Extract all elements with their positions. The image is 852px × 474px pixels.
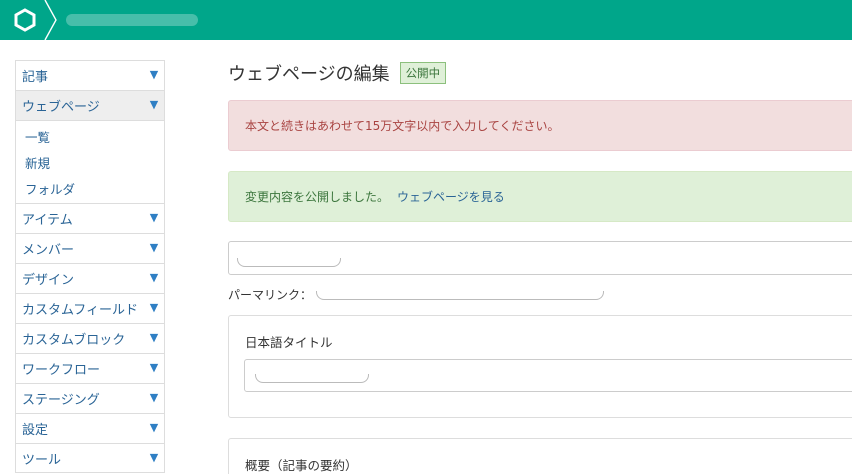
- caret-down-icon[interactable]: ▼: [148, 242, 160, 254]
- sidebar-submenu-webpage: 一覧 新規 フォルダ: [15, 120, 165, 203]
- main-content: ウェブページの編集 公開中 本文と続きはあわせて15万文字以内で入力してください…: [228, 0, 852, 474]
- success-alert-text: 変更内容を公開しました。: [245, 190, 390, 204]
- japanese-title-panel: 日本語タイトル: [228, 315, 852, 418]
- caret-down-icon[interactable]: ▼: [148, 392, 160, 404]
- redacted-title: [237, 258, 341, 267]
- sidebar-item-custom-field[interactable]: カスタムフィールド ▼: [15, 293, 165, 323]
- japanese-title-label: 日本語タイトル: [245, 335, 333, 350]
- sidebar-item-label: ワークフロー: [22, 363, 101, 378]
- sidebar-item-label: カスタムフィールド: [22, 303, 138, 318]
- sidebar-item-members[interactable]: メンバー ▼: [15, 233, 165, 263]
- sidebar-item-label: カスタムブロック: [22, 333, 126, 348]
- caret-down-icon[interactable]: ▼: [148, 422, 160, 434]
- caret-down-icon[interactable]: ▼: [148, 332, 160, 344]
- summary-label: 概要（記事の要約）: [245, 458, 358, 473]
- sidebar-item-label: デザイン: [22, 273, 75, 288]
- sidebar-item-settings[interactable]: 設定 ▼: [15, 413, 165, 443]
- caret-down-icon[interactable]: ▼: [148, 272, 160, 284]
- sidebar-nav: 記事 ▼ ウェブページ ▼ 一覧 新規 フォルダ アイテム ▼ メンバー ▼ デ…: [15, 60, 165, 473]
- sidebar-item-label: ツール: [22, 452, 62, 468]
- permalink-value[interactable]: [316, 288, 606, 302]
- breadcrumb-chevron-icon: [44, 0, 57, 40]
- sidebar-subitem-folder[interactable]: フォルダ: [16, 175, 164, 201]
- sidebar-item-entry[interactable]: 記事 ▼: [15, 60, 165, 90]
- title-row: ウェブページの編集 公開中: [228, 60, 447, 86]
- sidebar-item-items[interactable]: アイテム ▼: [15, 203, 165, 233]
- japanese-title-field[interactable]: [244, 359, 852, 392]
- sidebar-item-custom-block[interactable]: カスタムブロック ▼: [15, 323, 165, 353]
- sidebar-item-label: メンバー: [22, 243, 75, 258]
- sidebar-item-design[interactable]: デザイン ▼: [15, 263, 165, 293]
- permalink-label: パーマリンク：: [228, 288, 313, 302]
- sidebar-subitem-new[interactable]: 新規: [16, 149, 164, 175]
- permalink-row: パーマリンク：: [228, 286, 606, 303]
- sidebar-item-workflow[interactable]: ワークフロー ▼: [15, 353, 165, 383]
- sidebar-item-label: ステージング: [22, 393, 100, 408]
- site-name-link[interactable]: [66, 14, 198, 26]
- title-field[interactable]: [228, 241, 852, 275]
- a-blog-cms-logo-icon[interactable]: [13, 8, 37, 32]
- sidebar-item-staging[interactable]: ステージング ▼: [15, 383, 165, 413]
- caret-down-icon[interactable]: ▼: [148, 362, 160, 374]
- view-webpage-link[interactable]: ウェブページを見る: [397, 188, 505, 205]
- sidebar-item-label: ウェブページ: [22, 100, 100, 115]
- sidebar-item-label: 設定: [22, 423, 49, 438]
- caret-down-icon[interactable]: ▼: [148, 212, 160, 224]
- sidebar-subitem-list[interactable]: 一覧: [16, 123, 164, 149]
- redacted-permalink: [316, 290, 605, 300]
- sidebar-item-tools[interactable]: ツール ▼: [15, 443, 165, 473]
- sidebar-item-label: 記事: [22, 70, 49, 85]
- sidebar-item-label: アイテム: [22, 213, 73, 228]
- error-alert: 本文と続きはあわせて15万文字以内で入力してください。: [228, 100, 852, 151]
- success-alert: 変更内容を公開しました。 ウェブページを見る: [228, 171, 852, 222]
- redacted-japanese-title: [255, 374, 369, 383]
- summary-panel: 概要（記事の要約）: [228, 438, 852, 474]
- caret-down-icon[interactable]: ▼: [148, 69, 160, 81]
- caret-down-icon[interactable]: ▼: [148, 452, 160, 464]
- sidebar-item-webpage[interactable]: ウェブページ ▼: [15, 90, 165, 120]
- error-alert-text: 本文と続きはあわせて15万文字以内で入力してください。: [245, 119, 560, 133]
- caret-down-icon[interactable]: ▼: [148, 302, 160, 314]
- status-badge: 公開中: [399, 62, 447, 84]
- caret-down-icon[interactable]: ▼: [148, 99, 160, 111]
- page-title: ウェブページの編集: [228, 64, 390, 85]
